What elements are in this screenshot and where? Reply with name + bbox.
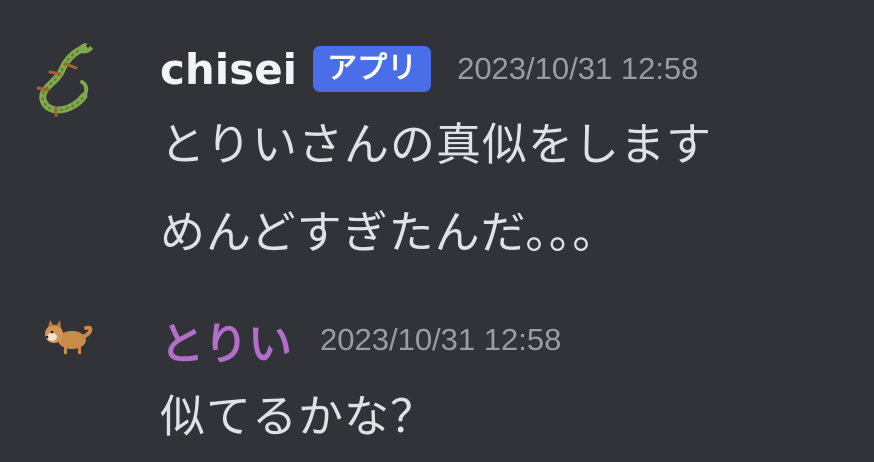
message-text: めんどすぎたんだ。。。	[160, 206, 619, 259]
message-text: 似てるかな？	[160, 390, 437, 443]
chat-log: chisei アプリ 2023/10/31 12:58 とりいさんの真似をします…	[0, 0, 874, 462]
username[interactable]: chisei	[160, 45, 297, 94]
gecko-avatar-icon[interactable]	[26, 38, 106, 118]
timestamp[interactable]: 2023/10/31 12:58	[320, 322, 561, 358]
message-group-chisei: chisei アプリ 2023/10/31 12:58 とりいさんの真似をします…	[0, 0, 874, 290]
message-text: とりいさんの真似をします	[160, 118, 713, 171]
username[interactable]: とりい	[160, 308, 292, 372]
app-badge: アプリ	[313, 46, 432, 92]
message-header: chisei アプリ 2023/10/31 12:58	[160, 42, 698, 96]
timestamp[interactable]: 2023/10/31 12:58	[457, 51, 698, 87]
message-group-torii: とりい 2023/10/31 12:58	[0, 290, 874, 462]
shiba-dog-avatar-icon[interactable]	[26, 300, 106, 380]
message-header: とりい 2023/10/31 12:58	[160, 310, 561, 370]
